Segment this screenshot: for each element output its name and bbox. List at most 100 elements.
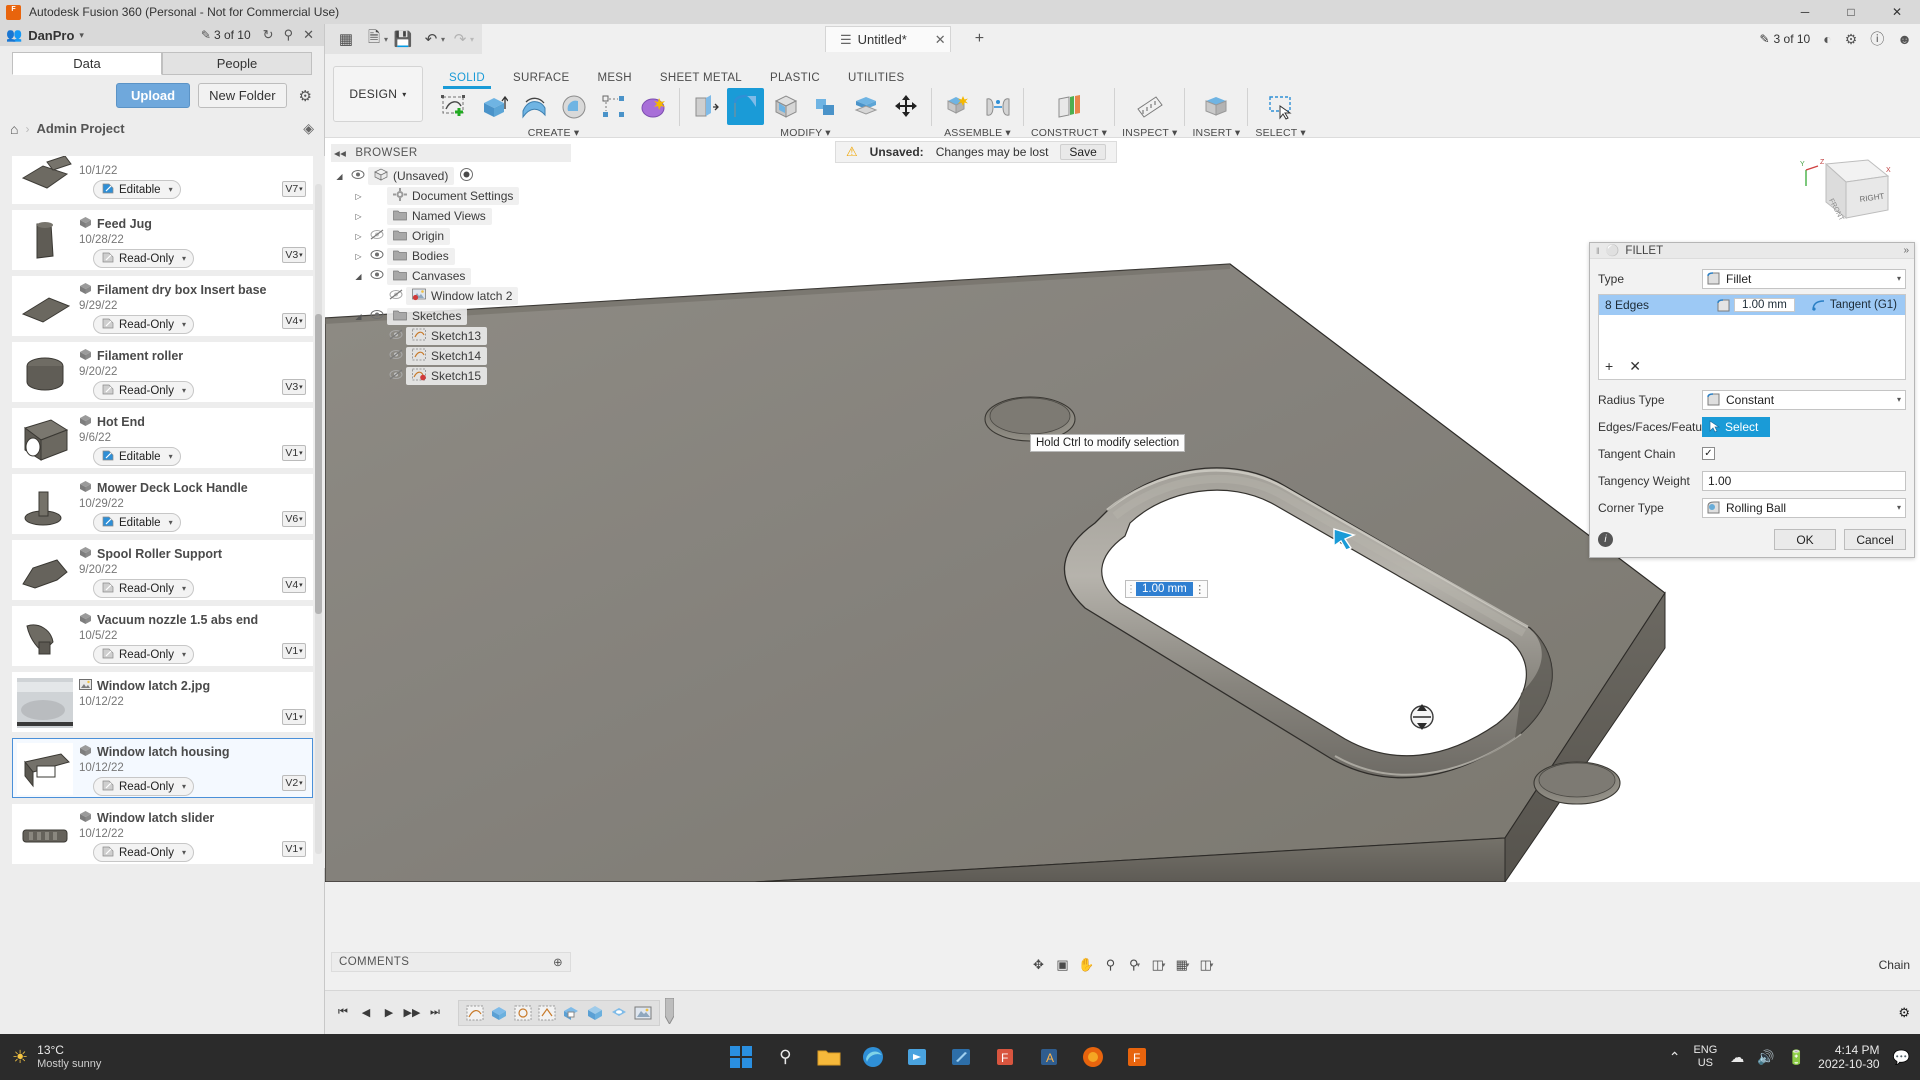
- file-list-item[interactable]: Feed Jug10/28/22Read-Only▾V3▾: [12, 210, 313, 270]
- expand-arrow-icon[interactable]: ▷: [350, 232, 367, 241]
- browser-node-label[interactable]: Sketches: [387, 308, 467, 325]
- browser-node[interactable]: ▷Named Views: [331, 206, 571, 226]
- extensions-icon[interactable]: ◐: [1823, 31, 1831, 47]
- ribbon-tab-surface[interactable]: SURFACE: [499, 72, 583, 84]
- expand-arrow-icon[interactable]: ◢: [350, 272, 367, 281]
- gear-icon[interactable]: ⚙: [299, 87, 312, 105]
- browser-node[interactable]: ▷Bodies: [331, 246, 571, 266]
- timeline-play-button[interactable]: ▶: [379, 1002, 399, 1024]
- volume-icon[interactable]: 🔊: [1757, 1049, 1774, 1066]
- file-version-dropdown[interactable]: V1▾: [280, 611, 308, 661]
- chevron-down-icon[interactable]: ▾: [182, 320, 186, 329]
- drag-grip-icon[interactable]: ⋮: [1126, 584, 1136, 595]
- eye-hidden-icon[interactable]: [386, 349, 406, 363]
- add-comment-icon[interactable]: ⊕: [553, 955, 563, 969]
- fillet-edge-radius[interactable]: 1.00 mm: [1734, 298, 1795, 312]
- viewports-icon[interactable]: ◫▾: [1196, 954, 1218, 976]
- file-list-item[interactable]: Filament dry box Insert base9/29/22Read-…: [12, 276, 313, 336]
- file-permission-dropdown[interactable]: Read-Only▾: [93, 645, 194, 664]
- file-version-dropdown[interactable]: V6▾: [280, 479, 308, 529]
- file-version-dropdown[interactable]: V4▾: [280, 281, 308, 331]
- select-button[interactable]: Select: [1702, 417, 1770, 437]
- drag-handle-icon[interactable]: ‖: [1596, 246, 1600, 256]
- scrollbar-thumb[interactable]: [315, 314, 322, 614]
- zoom-window-icon[interactable]: ⚲▾: [1124, 954, 1146, 976]
- refresh-icon[interactable]: ↻: [263, 27, 274, 43]
- file-list-item[interactable]: Filament roller9/20/22Read-Only▾V3▾: [12, 342, 313, 402]
- browser-node[interactable]: ◢Sketches: [331, 306, 571, 326]
- view-cube[interactable]: RIGHT FRONT Y Z X: [1798, 156, 1894, 234]
- browser-node-label[interactable]: (Unsaved): [368, 167, 454, 185]
- firefox-icon[interactable]: [1078, 1042, 1108, 1072]
- fillet-edge-list[interactable]: 8 Edges 1.00 mm Tangent (G1): [1598, 294, 1906, 380]
- tab-people[interactable]: People: [162, 52, 312, 75]
- eye-hidden-icon[interactable]: [367, 229, 387, 243]
- chevron-down-icon[interactable]: ▾: [169, 452, 173, 461]
- chevron-down-icon[interactable]: ▾: [169, 185, 173, 194]
- fillet-type-select[interactable]: Fillet ▾: [1702, 269, 1906, 289]
- chevron-down-icon[interactable]: ▾: [299, 779, 303, 787]
- chevron-down-icon[interactable]: ▾: [299, 713, 303, 721]
- file-version-dropdown[interactable]: V7▾: [280, 181, 308, 199]
- timeline-feature-extrude-feature-2[interactable]: [561, 1004, 581, 1022]
- eye-visible-icon[interactable]: [348, 169, 368, 183]
- insert-derive-icon[interactable]: [1198, 88, 1235, 125]
- select-window-icon[interactable]: [1262, 88, 1299, 125]
- start-icon[interactable]: [726, 1042, 756, 1072]
- save-icon[interactable]: 💾: [390, 26, 416, 52]
- pattern-icon[interactable]: [595, 88, 632, 125]
- timeline-next-button[interactable]: ▶▶: [402, 1002, 422, 1024]
- chevron-down-icon[interactable]: ▾: [299, 251, 303, 259]
- expand-arrow-icon[interactable]: ▷: [350, 252, 367, 261]
- measure-icon[interactable]: [1131, 88, 1168, 125]
- revolve-icon[interactable]: [515, 88, 552, 125]
- chevron-down-icon[interactable]: ▾: [470, 35, 474, 44]
- grid-snap-icon[interactable]: ▦▾: [1172, 954, 1194, 976]
- file-version-dropdown[interactable]: V2▾: [280, 743, 308, 793]
- chevron-down-icon[interactable]: ▾: [169, 518, 173, 527]
- browser-node[interactable]: Sketch14: [331, 346, 571, 366]
- browser-node[interactable]: Sketch13: [331, 326, 571, 346]
- ribbon-tab-solid[interactable]: SOLID: [435, 72, 499, 84]
- browser-node-label[interactable]: Named Views: [387, 208, 492, 225]
- browser-node-label[interactable]: Sketch14: [406, 347, 487, 365]
- comments-panel[interactable]: COMMENTS ⊕: [331, 952, 571, 972]
- chevron-down-icon[interactable]: ▾: [182, 584, 186, 593]
- chevron-down-icon[interactable]: ▾: [182, 650, 186, 659]
- save-button[interactable]: Save: [1060, 144, 1105, 160]
- eye-visible-icon[interactable]: [367, 269, 387, 283]
- shell-icon[interactable]: [767, 88, 804, 125]
- chevron-down-icon[interactable]: ▾: [299, 647, 303, 655]
- form-icon[interactable]: [635, 88, 672, 125]
- file-list-item[interactable]: 10/1/22Editable▾V7▾: [12, 156, 313, 204]
- close-tab-icon[interactable]: ✕: [935, 32, 946, 48]
- joint-icon[interactable]: [979, 88, 1016, 125]
- tangent-chain-checkbox[interactable]: ✓: [1702, 447, 1715, 460]
- timeline-settings-icon[interactable]: ⚙: [1898, 1005, 1910, 1021]
- tab-data[interactable]: Data: [12, 52, 162, 75]
- timeline-marker[interactable]: [665, 998, 674, 1027]
- edge-icon[interactable]: [858, 1042, 888, 1072]
- press-pull-icon[interactable]: [687, 88, 724, 125]
- file-permission-dropdown[interactable]: Editable▾: [93, 447, 181, 466]
- move-copy-icon[interactable]: [887, 88, 924, 125]
- browser-node[interactable]: ▷Document Settings: [331, 186, 571, 206]
- file-permission-dropdown[interactable]: Read-Only▾: [93, 777, 194, 796]
- file-list-item[interactable]: Vacuum nozzle 1.5 abs end10/5/22Read-Onl…: [12, 606, 313, 666]
- maximize-button[interactable]: □: [1828, 0, 1874, 24]
- file-permission-dropdown[interactable]: Read-Only▾: [93, 249, 194, 268]
- file-list-item[interactable]: Window latch housing10/12/22Read-Only▾V2…: [12, 738, 313, 798]
- file-version-dropdown[interactable]: V3▾: [280, 347, 308, 397]
- collapse-dot-icon[interactable]: ⚪: [1606, 244, 1620, 257]
- chevron-down-icon[interactable]: ▾: [384, 35, 388, 44]
- chevron-down-icon[interactable]: ▾: [1897, 503, 1901, 512]
- file-version-dropdown[interactable]: V1▾: [280, 809, 308, 859]
- browser-node-label[interactable]: Canvases: [387, 268, 471, 285]
- grid-icon[interactable]: ▦: [333, 26, 359, 52]
- notification-icon[interactable]: 💬: [1893, 1049, 1910, 1066]
- browser-node[interactable]: ▷Origin: [331, 226, 571, 246]
- file-list-item[interactable]: Mower Deck Lock Handle10/29/22Editable▾V…: [12, 474, 313, 534]
- file-version-dropdown[interactable]: V1▾: [280, 677, 308, 727]
- file-version-dropdown[interactable]: V4▾: [280, 545, 308, 595]
- search-icon[interactable]: ⚲: [284, 27, 294, 43]
